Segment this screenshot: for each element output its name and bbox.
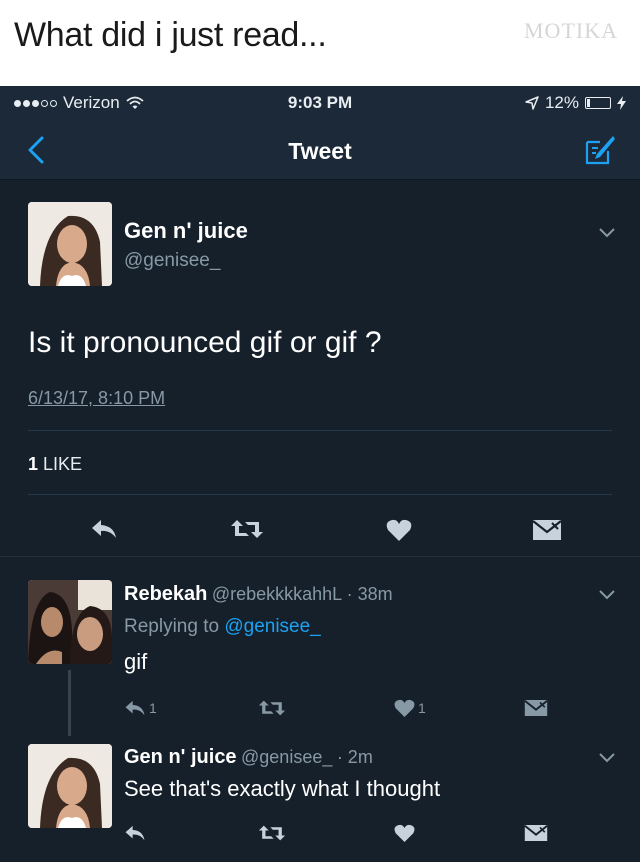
divider xyxy=(0,556,640,557)
like-button[interactable] xyxy=(394,821,415,845)
reply-time: · 38m xyxy=(346,584,393,604)
avatar[interactable] xyxy=(28,202,112,286)
meme-caption: What did i just read... xyxy=(14,16,327,54)
reply-icon xyxy=(125,700,145,716)
divider xyxy=(28,494,612,495)
reply-text: gif xyxy=(124,649,148,674)
reply-text: See that's exactly what I thought xyxy=(124,776,441,801)
location-arrow-icon xyxy=(525,96,539,110)
tweet-text: Is it pronounced gif or gif ? xyxy=(28,326,382,359)
like-button[interactable] xyxy=(386,518,412,542)
battery-icon xyxy=(585,97,611,109)
direct-message-button[interactable] xyxy=(524,821,548,845)
heart-icon xyxy=(386,519,412,541)
likes-summary[interactable]: 1 LIKE xyxy=(28,454,82,475)
nav-title: Tweet xyxy=(288,138,352,164)
direct-message-icon xyxy=(532,520,562,540)
replying-label: Replying to xyxy=(124,616,220,637)
battery-level xyxy=(587,99,590,107)
retweet-button[interactable] xyxy=(258,821,286,845)
reply-icon xyxy=(92,520,116,538)
chevron-down-icon[interactable] xyxy=(598,589,616,601)
reply-author-name[interactable]: Gen n' juice xyxy=(124,746,237,768)
retweet-button[interactable] xyxy=(258,696,286,720)
direct-message-button[interactable] xyxy=(524,696,548,720)
reply-header: Rebekah @rebekkkkahhL · 38m xyxy=(124,583,393,606)
reply-author-handle[interactable]: @genisee_ xyxy=(241,747,332,767)
avatar[interactable] xyxy=(28,744,112,828)
divider xyxy=(28,430,612,431)
reply-author-name[interactable]: Rebekah xyxy=(124,583,207,605)
reply-time: · 2m xyxy=(336,747,373,767)
status-right: 12% xyxy=(525,93,626,113)
direct-message-button[interactable] xyxy=(532,518,562,542)
meme-header: What did i just read... MOTIKA xyxy=(0,0,640,86)
reply-button[interactable]: 1 xyxy=(124,696,157,720)
like-button[interactable]: 1 xyxy=(394,696,426,720)
retweet-icon xyxy=(231,520,263,538)
chevron-down-icon[interactable] xyxy=(598,227,616,239)
phone-screen: Verizon 9:03 PM 12% Tweet Gen n' juice @… xyxy=(0,86,640,862)
mention-link[interactable]: @genisee_ xyxy=(224,616,320,637)
thread-line xyxy=(68,670,71,736)
reply-button[interactable] xyxy=(124,821,146,845)
reply-count: 1 xyxy=(149,700,157,716)
retweet-button[interactable] xyxy=(230,517,264,541)
compose-icon[interactable] xyxy=(584,134,616,166)
likes-count: 1 xyxy=(28,454,39,474)
likes-label: LIKE xyxy=(43,454,83,474)
reply-icon xyxy=(125,825,145,841)
author-name[interactable]: Gen n' juice xyxy=(124,218,248,244)
watermark: MOTIKA xyxy=(524,18,618,43)
tweet-timestamp[interactable]: 6/13/17, 8:10 PM xyxy=(28,388,165,409)
avatar[interactable] xyxy=(28,580,112,664)
retweet-icon xyxy=(258,825,286,841)
heart-icon xyxy=(394,699,415,717)
direct-message-icon xyxy=(524,700,548,716)
reply-author-handle[interactable]: @rebekkkkahhL xyxy=(212,584,342,604)
retweet-icon xyxy=(258,700,286,716)
replying-to: Replying to @genisee_ xyxy=(124,616,321,638)
reply-button[interactable] xyxy=(90,517,118,541)
like-count: 1 xyxy=(418,700,426,716)
nav-bar: Tweet xyxy=(0,120,640,180)
direct-message-icon xyxy=(524,825,548,841)
heart-icon xyxy=(394,824,415,842)
charging-bolt-icon xyxy=(617,96,626,110)
chevron-down-icon[interactable] xyxy=(598,752,616,764)
author-handle[interactable]: @genisee_ xyxy=(124,250,220,272)
reply-header: Gen n' juice @genisee_ · 2m xyxy=(124,746,373,769)
battery-percent: 12% xyxy=(544,93,579,112)
status-bar: Verizon 9:03 PM 12% xyxy=(0,86,640,120)
